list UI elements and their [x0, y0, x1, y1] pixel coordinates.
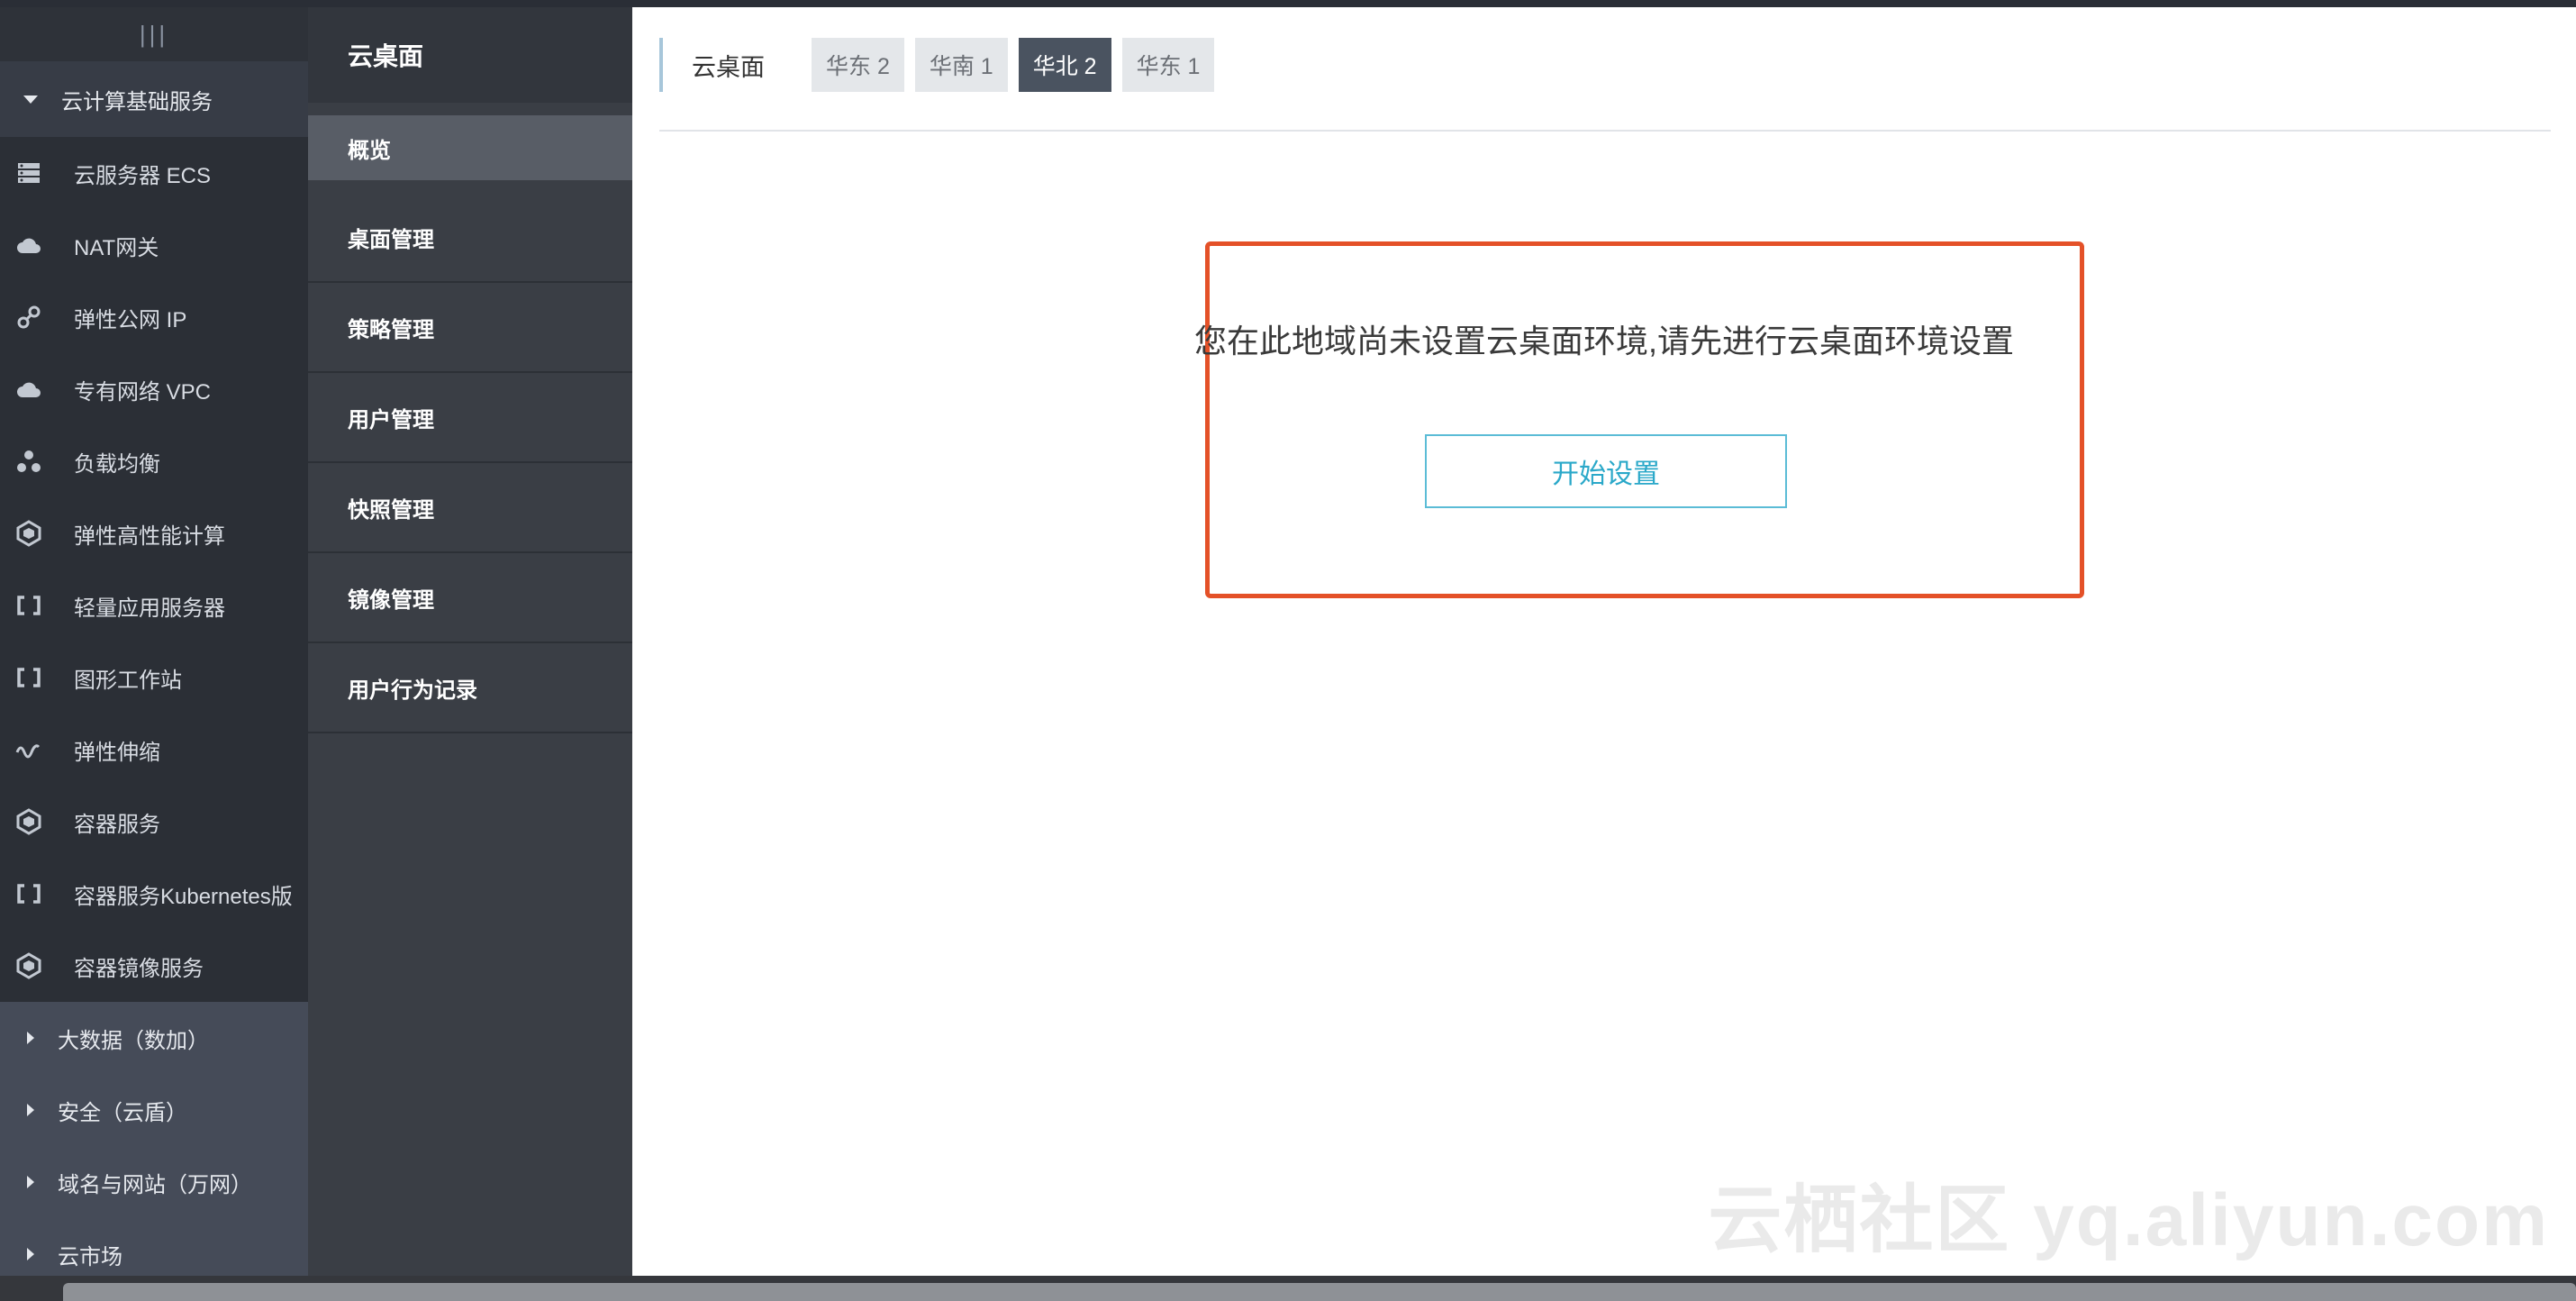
- chevron-right-icon: [27, 1032, 34, 1044]
- wave-icon: [14, 735, 43, 764]
- nav-group-label: 安全（云盾）: [58, 1100, 187, 1125]
- link-icon: [14, 303, 43, 332]
- nav-item-registry[interactable]: 容器镜像服务: [0, 930, 308, 1002]
- watermark: 云栖社区 yq.aliyun.com: [1708, 1179, 2549, 1261]
- nav-group-cloud-computing[interactable]: 云计算基础服务: [0, 61, 308, 137]
- subnav-item-desktop[interactable]: 桌面管理: [308, 193, 632, 283]
- nav-collapse-handle[interactable]: |||: [0, 7, 308, 61]
- nav-item-nat[interactable]: NAT网关: [0, 209, 308, 281]
- main-content: 云桌面 华东 2 华南 1 华北 2 华东 1 您在此地域尚未设置云桌面环境,请…: [632, 7, 2576, 1276]
- nav-item-label: 弹性高性能计算: [74, 523, 225, 549]
- setup-notice-message: 您在此地域尚未设置云桌面环境,请先进行云桌面环境设置: [1194, 323, 2015, 359]
- cloud-icon: [14, 231, 43, 259]
- chevron-right-icon: [27, 1176, 34, 1188]
- nav-item-label: 负载均衡: [74, 451, 160, 477]
- nav-item-swas[interactable]: 轻量应用服务器: [0, 569, 308, 641]
- nav-group-label: 云计算基础服务: [61, 89, 213, 114]
- nav-item-workstation[interactable]: 图形工作站: [0, 641, 308, 714]
- nav-item-label: 弹性伸缩: [74, 740, 160, 765]
- nav-group-label: 云市场: [58, 1244, 122, 1269]
- region-tab-east-1[interactable]: 华东 1: [1121, 38, 1215, 92]
- nav-item-label: 容器服务Kubernetes版: [74, 884, 293, 909]
- subnav-item-overview[interactable]: 概览: [308, 115, 632, 180]
- region-tab-south-1[interactable]: 华南 1: [914, 38, 1008, 92]
- left-navigation: ||| 云计算基础服务 云服务器 ECS NAT网关 弹性公网 IP 专有网络 …: [0, 7, 308, 1290]
- subnav-item-policy[interactable]: 策略管理: [308, 283, 632, 373]
- subnav-item-images[interactable]: 镜像管理: [308, 553, 632, 643]
- nav-item-label: 轻量应用服务器: [74, 596, 225, 621]
- nav-item-label: NAT网关: [74, 235, 159, 260]
- nav-item-ehpc[interactable]: 弹性高性能计算: [0, 497, 308, 569]
- region-tab-north-2[interactable]: 华北 2: [1018, 38, 1111, 92]
- nav-group-bigdata[interactable]: 大数据（数加）: [0, 1002, 308, 1074]
- nav-item-slb[interactable]: 负载均衡: [0, 425, 308, 497]
- top-strip: [0, 0, 2576, 7]
- bracket-icon: [14, 663, 43, 692]
- page-title: 云桌面: [692, 53, 765, 81]
- nav-item-label: 容器服务: [74, 812, 160, 837]
- server-icon: [14, 159, 43, 187]
- nav-item-label: 容器镜像服务: [74, 956, 204, 981]
- region-tab-east-2[interactable]: 华东 2: [812, 38, 904, 92]
- subnav-item-activity-log[interactable]: 用户行为记录: [308, 643, 632, 733]
- subnav-title: 云桌面: [308, 7, 632, 103]
- nav-sub-list: 云服务器 ECS NAT网关 弹性公网 IP 专有网络 VPC 负载均衡 弹性高…: [0, 137, 308, 1002]
- region-selector: 云桌面 华东 2 华南 1 华北 2 华东 1: [659, 36, 1225, 94]
- nav-group-label: 大数据（数加）: [58, 1028, 209, 1053]
- hexagon-icon: [14, 807, 43, 836]
- nav-group-domain[interactable]: 域名与网站（万网）: [0, 1146, 308, 1218]
- bracket-icon: [14, 591, 43, 620]
- chevron-down-icon: [23, 95, 38, 104]
- secondary-navigation: 云桌面 概览 桌面管理 策略管理 用户管理 快照管理 镜像管理 用户行为记录: [308, 7, 632, 1276]
- hexagon-icon: [14, 951, 43, 980]
- nav-collapsed-groups: 大数据（数加） 安全（云盾） 域名与网站（万网） 云市场: [0, 1002, 308, 1290]
- start-setup-button[interactable]: 开始设置: [1425, 434, 1787, 508]
- nav-item-vpc[interactable]: 专有网络 VPC: [0, 353, 308, 425]
- subnav-item-users[interactable]: 用户管理: [308, 373, 632, 463]
- cloud-icon: [14, 375, 43, 404]
- nav-item-label: 弹性公网 IP: [74, 307, 187, 332]
- nav-item-eip[interactable]: 弹性公网 IP: [0, 281, 308, 353]
- nav-item-container[interactable]: 容器服务: [0, 786, 308, 858]
- subnav-item-snapshots[interactable]: 快照管理: [308, 463, 632, 553]
- header-divider: [659, 130, 2551, 132]
- nav-item-ecs[interactable]: 云服务器 ECS: [0, 137, 308, 209]
- dock-bar: [63, 1283, 2576, 1301]
- nav-item-kubernetes[interactable]: 容器服务Kubernetes版: [0, 858, 308, 930]
- nav-group-security[interactable]: 安全（云盾）: [0, 1074, 308, 1146]
- chevron-right-icon: [27, 1104, 34, 1116]
- nav-item-autoscaling[interactable]: 弹性伸缩: [0, 714, 308, 786]
- chevron-right-icon: [27, 1248, 34, 1260]
- hexagon-icon: [14, 519, 43, 548]
- os-dock: [0, 1276, 2576, 1301]
- nodes-icon: [14, 447, 43, 476]
- highlight-annotation-box: [1205, 241, 2084, 598]
- nav-item-label: 专有网络 VPC: [74, 379, 212, 405]
- title-accent-bar: [659, 38, 663, 92]
- bracket-icon: [14, 879, 43, 908]
- nav-item-label: 图形工作站: [74, 668, 182, 693]
- nav-item-label: 云服务器 ECS: [74, 163, 212, 188]
- nav-group-label: 域名与网站（万网）: [58, 1172, 252, 1197]
